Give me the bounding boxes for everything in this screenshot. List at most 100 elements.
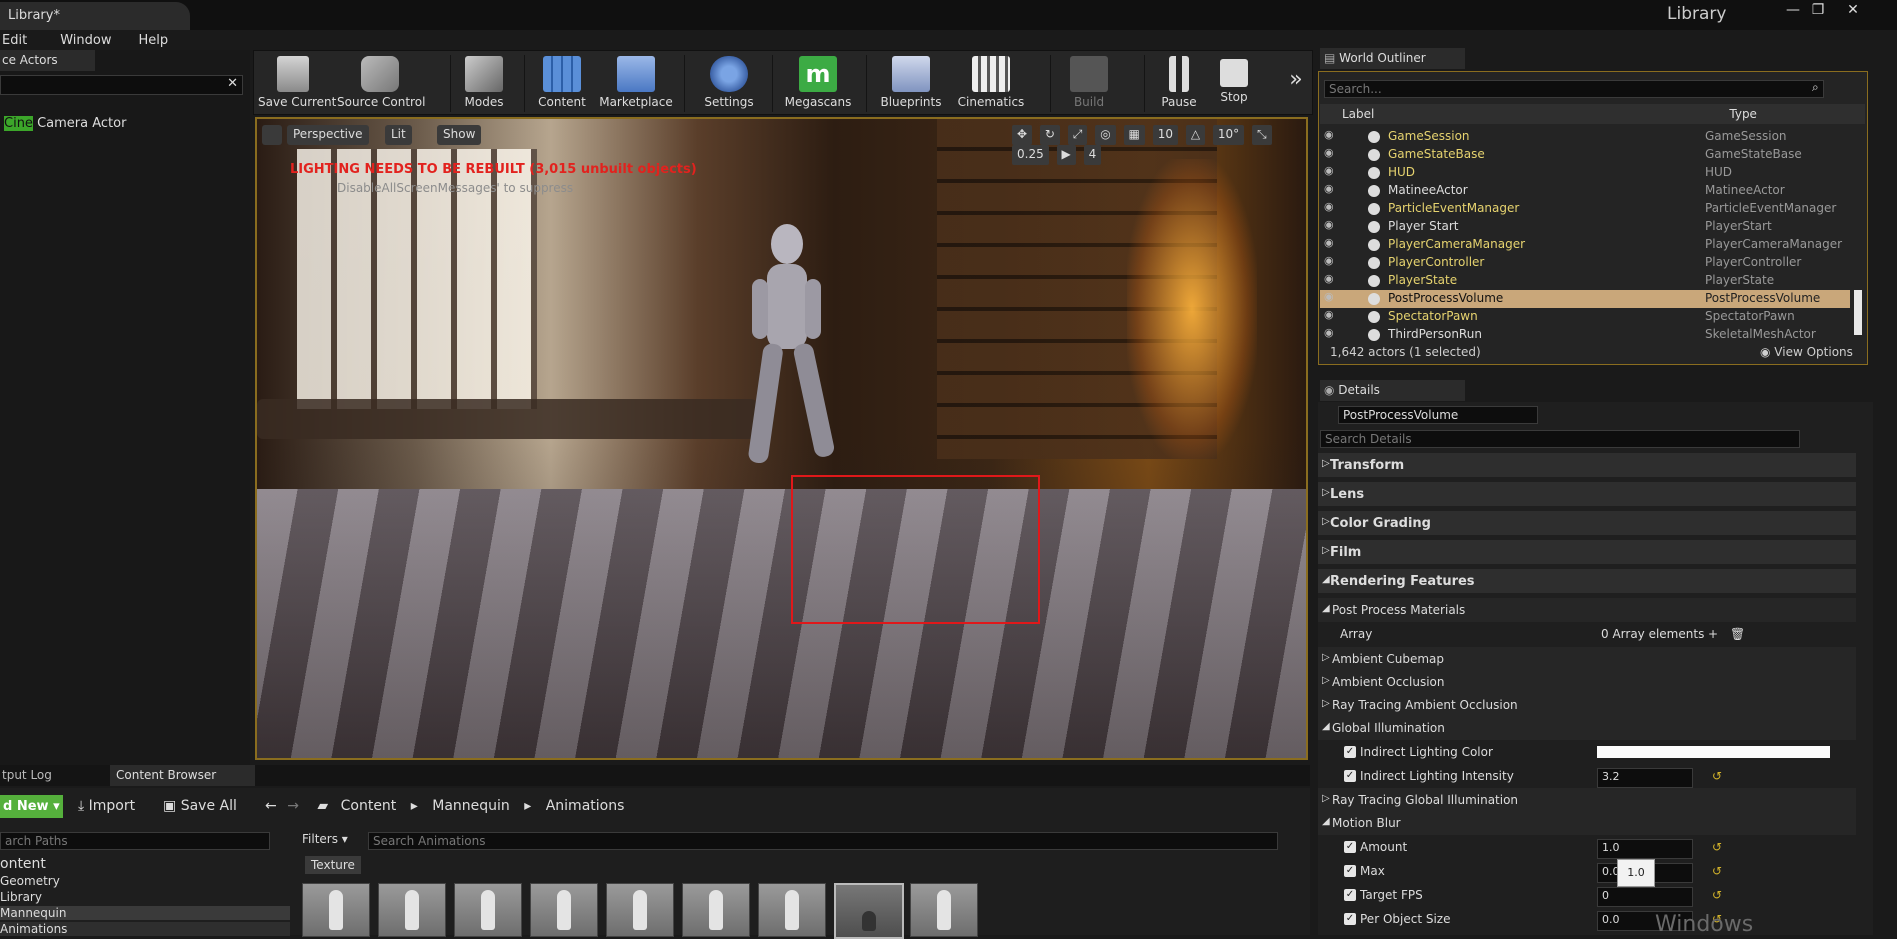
breadcrumb-mannequin[interactable]: Mannequin [432, 798, 510, 814]
maximize-button[interactable]: ❐ [1805, 2, 1831, 26]
visibility-eye-icon[interactable]: ◉ [1324, 218, 1334, 231]
details-row[interactable]: ▷ Ambient Occlusion [1318, 670, 1856, 694]
cinematics-button[interactable]: Cinematics [954, 51, 1028, 116]
details-row[interactable]: ▷ Transform [1318, 453, 1856, 477]
search-paths-input[interactable]: arch Paths [0, 832, 270, 850]
modes-button[interactable]: Modes [454, 51, 514, 116]
outliner-row[interactable]: ◉ MatineeActor MatineeActor [1320, 182, 1850, 200]
breadcrumb-animations[interactable]: Animations [546, 798, 625, 814]
expand-arrow-icon[interactable]: ◢ [1322, 721, 1330, 732]
object-name-field[interactable]: PostProcessVolume [1338, 406, 1538, 424]
output-log-tab[interactable]: tput Log [0, 765, 100, 786]
forward-arrow-icon[interactable]: → [287, 798, 299, 814]
outliner-row[interactable]: ◉ ParticleEventManager ParticleEventManage… [1320, 200, 1850, 218]
override-checkbox[interactable]: ✓ [1344, 841, 1356, 853]
property-value-field[interactable]: 0 [1597, 887, 1693, 907]
visibility-eye-icon[interactable]: ◉ [1324, 308, 1334, 321]
type-column-header[interactable]: Type [1729, 107, 1757, 121]
camera-speed-icon[interactable]: ▶ [1056, 145, 1076, 165]
animation-asset-thumbnail[interactable] [302, 883, 370, 937]
details-tab[interactable]: ◉ Details [1320, 380, 1465, 401]
document-tab[interactable]: Library* [0, 2, 190, 30]
animation-asset-thumbnail-selected[interactable] [834, 883, 904, 939]
mannequin-character[interactable] [712, 224, 862, 494]
marketplace-button[interactable]: Marketplace [599, 51, 673, 116]
visibility-eye-icon[interactable]: ◉ [1324, 254, 1334, 267]
expand-arrow-icon[interactable]: ▷ [1322, 675, 1330, 686]
details-row[interactable]: ▷ Color Grading [1318, 511, 1856, 535]
menu-help[interactable]: Help [138, 33, 168, 48]
property-value-field[interactable]: 1.0 [1597, 839, 1693, 859]
visibility-eye-icon[interactable]: ◉ [1324, 290, 1334, 303]
blueprints-button[interactable]: Blueprints [874, 51, 948, 116]
outliner-row[interactable]: ◉ PostProcessVolume PostProcessVolume [1320, 290, 1850, 308]
expand-arrow-icon[interactable]: ▷ [1322, 652, 1330, 663]
close-button[interactable]: ✕ [1840, 2, 1866, 26]
details-row[interactable]: ▷ Ray Tracing Global Illumination [1318, 788, 1856, 812]
override-checkbox[interactable]: ✓ [1344, 770, 1356, 782]
expand-arrow-icon[interactable]: ◢ [1322, 603, 1330, 614]
scale-tool-icon[interactable]: ⤢ [1067, 125, 1088, 145]
megascans-button[interactable]: m Megascans [781, 51, 855, 116]
content-browser-tab[interactable]: Content Browser [110, 765, 255, 786]
add-element-icon[interactable]: + [1708, 627, 1718, 641]
lit-button[interactable]: Lit [385, 125, 412, 145]
pause-button[interactable]: Pause [1154, 51, 1204, 116]
outliner-row[interactable]: ◉ GameStateBase GameStateBase [1320, 146, 1850, 164]
save-current-button[interactable]: Save Current [258, 51, 336, 116]
outliner-row[interactable]: ◉ PlayerCameraManager PlayerCameraManager [1320, 236, 1850, 254]
details-row[interactable]: ◢ Global Illumination [1318, 716, 1856, 740]
animation-asset-thumbnail[interactable] [682, 883, 750, 937]
level-viewport[interactable]: Perspective Lit Show LIGHTING NEEDS TO B… [255, 117, 1308, 760]
expand-arrow-icon[interactable]: ▷ [1322, 698, 1330, 709]
filters-button[interactable]: Filters ▾ [302, 832, 348, 846]
save-all-button[interactable]: ▣ Save All [163, 798, 237, 814]
rotate-tool-icon[interactable]: ↻ [1039, 125, 1060, 145]
scale-snap-value[interactable]: 0.25 [1012, 145, 1049, 165]
grid-size-value[interactable]: 10 [1152, 125, 1178, 145]
add-new-button[interactable]: d New ▾ [0, 795, 63, 818]
expand-arrow-icon[interactable]: ▷ [1322, 545, 1330, 556]
perspective-button[interactable]: Perspective [287, 125, 369, 145]
details-row[interactable]: ◢ Post Process Materials [1318, 598, 1856, 622]
delete-elements-icon[interactable]: 🗑 [1730, 627, 1745, 641]
menu-edit[interactable]: Edit [2, 33, 27, 48]
visibility-eye-icon[interactable]: ◉ [1324, 146, 1334, 159]
tree-item-mannequin[interactable]: Mannequin [0, 906, 290, 920]
override-checkbox[interactable]: ✓ [1344, 913, 1356, 925]
outliner-row[interactable]: ◉ GameSession GameSession [1320, 128, 1850, 146]
tree-item-geometry[interactable]: Geometry [0, 874, 60, 888]
tree-item-library[interactable]: Library [0, 890, 42, 904]
scale-snap-icon[interactable]: ⤡ [1251, 125, 1272, 145]
outliner-row[interactable]: ◉ PlayerController PlayerController [1320, 254, 1850, 272]
details-row[interactable]: ▷ Ray Tracing Ambient Occlusion [1318, 693, 1856, 717]
grid-snap-icon[interactable]: ▦ [1123, 125, 1145, 145]
expand-arrow-icon[interactable]: ▷ [1322, 516, 1330, 527]
outliner-search-input[interactable]: Search... [1324, 80, 1824, 98]
visibility-eye-icon[interactable]: ◉ [1324, 272, 1334, 285]
tree-item-content[interactable]: ontent [0, 856, 46, 872]
outliner-row[interactable]: ◉ PlayerState PlayerState [1320, 272, 1850, 290]
menu-window[interactable]: Window [60, 33, 111, 48]
label-column-header[interactable]: Label [1342, 107, 1374, 121]
visibility-eye-icon[interactable]: ◉ [1324, 182, 1334, 195]
settings-button[interactable]: Settings [694, 51, 764, 116]
override-checkbox[interactable]: ✓ [1344, 865, 1356, 877]
expand-arrow-icon[interactable]: ▷ [1322, 458, 1330, 469]
tree-item-animations[interactable]: Animations [0, 922, 290, 936]
stop-button[interactable]: Stop [1209, 51, 1259, 116]
visibility-eye-icon[interactable]: ◉ [1324, 236, 1334, 249]
expand-arrow-icon[interactable]: ◢ [1322, 574, 1330, 585]
clear-search-icon[interactable]: ✕ [227, 76, 238, 91]
search-animations-input[interactable]: Search Animations [368, 832, 1278, 850]
indirect-lighting-color-swatch[interactable] [1597, 746, 1830, 758]
breadcrumb-content[interactable]: Content [341, 798, 397, 814]
rotation-snap-value[interactable]: 10° [1212, 125, 1245, 145]
world-space-icon[interactable]: ◎ [1095, 125, 1116, 145]
texture-filter-chip[interactable]: Texture [305, 856, 361, 874]
show-button[interactable]: Show [437, 125, 482, 145]
override-checkbox[interactable]: ✓ [1344, 889, 1356, 901]
place-actors-search[interactable]: ✕ [0, 75, 243, 95]
translate-tool-icon[interactable]: ✥ [1012, 125, 1033, 145]
outliner-row[interactable]: ◉ SpectatorPawn SpectatorPawn [1320, 308, 1850, 326]
